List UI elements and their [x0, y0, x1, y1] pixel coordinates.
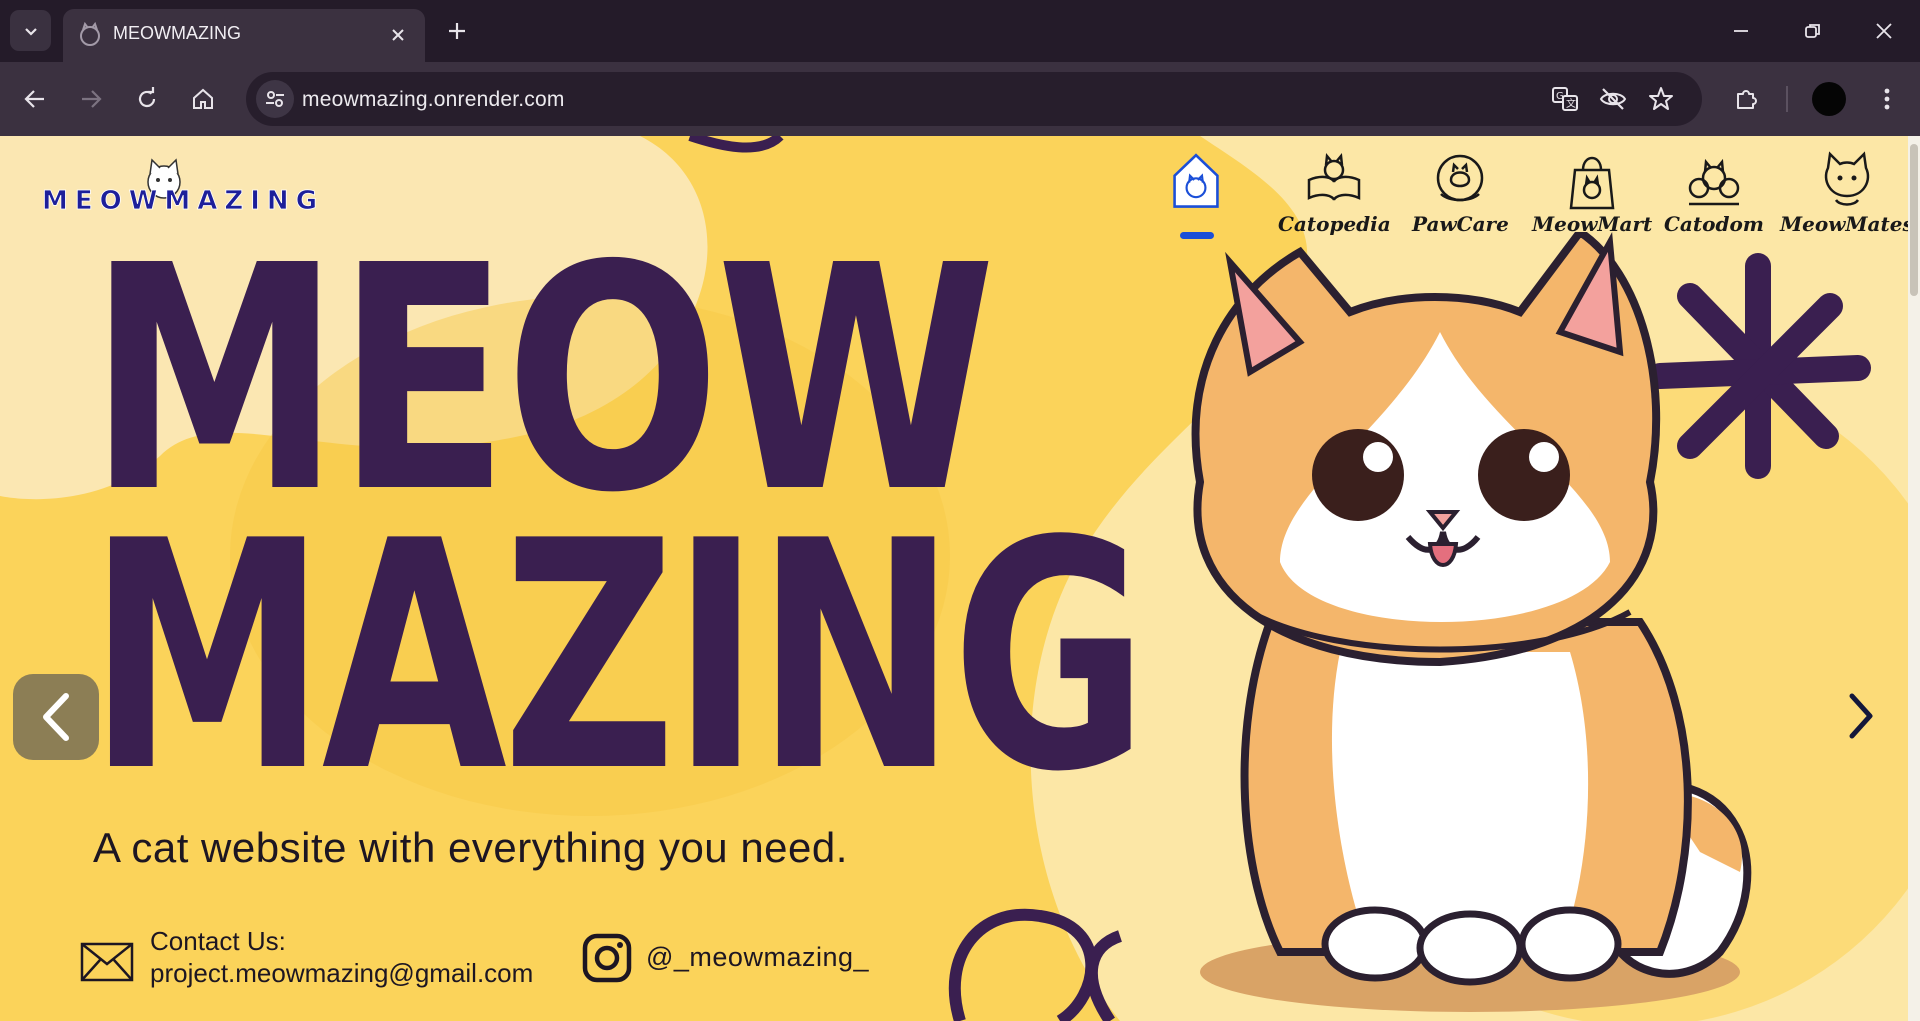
browser-menu-button[interactable]	[1866, 78, 1908, 120]
contact-title: Contact Us:	[150, 926, 286, 956]
tune-icon	[266, 91, 284, 107]
nav-home[interactable]	[1165, 150, 1227, 240]
home-icon	[193, 88, 213, 109]
carousel-prev-button[interactable]	[13, 674, 99, 760]
profile-avatar[interactable]	[1812, 82, 1846, 116]
cat-face-icon	[1824, 151, 1870, 206]
nav-label: Catopedia	[1278, 212, 1391, 236]
nav-meowmates[interactable]: MeowMates	[1780, 150, 1914, 240]
extensions-button[interactable]	[1726, 78, 1768, 120]
scrollbar-thumb[interactable]	[1910, 144, 1918, 296]
home-button[interactable]	[182, 78, 224, 120]
cat-favicon-icon	[80, 22, 100, 46]
restore-button[interactable]	[1788, 10, 1838, 52]
envelope-icon	[80, 942, 134, 982]
carousel-next-button[interactable]	[1836, 684, 1886, 748]
minimize-button[interactable]	[1716, 10, 1766, 52]
forward-button[interactable]	[70, 78, 112, 120]
new-tab-button[interactable]	[440, 14, 474, 48]
plus-icon	[449, 23, 465, 39]
arrow-left-icon	[24, 90, 44, 108]
cat-care-icon	[1437, 154, 1484, 202]
minimize-icon	[1734, 30, 1748, 32]
chevron-right-icon	[1849, 693, 1873, 739]
chevron-down-icon	[24, 27, 37, 36]
eye-off-icon	[1599, 88, 1627, 110]
tab-search-button[interactable]	[10, 10, 51, 51]
bookmark-button[interactable]	[1644, 82, 1678, 116]
star-icon	[1649, 87, 1673, 110]
reload-icon	[138, 87, 156, 108]
nav-catodom[interactable]: Catodom	[1664, 150, 1764, 240]
translate-button[interactable]: G文	[1548, 82, 1582, 116]
url-text[interactable]: meowmazing.onrender.com	[302, 88, 565, 112]
browser-toolbar: meowmazing.onrender.com G文	[0, 62, 1920, 136]
tracking-protection-button[interactable]	[1596, 82, 1630, 116]
cat-illustration	[1191, 232, 1752, 1012]
kebab-menu-icon	[1884, 88, 1890, 110]
restore-icon	[1805, 24, 1820, 38]
nav-meowmart[interactable]: MeowMart	[1532, 150, 1652, 240]
hero-slide: MEOWMAZING Catopedia PawCare MeowMart Ca…	[0, 136, 1920, 1021]
nav-catopedia[interactable]: Catopedia	[1278, 150, 1391, 240]
reload-button[interactable]	[126, 78, 168, 120]
close-icon	[1876, 23, 1892, 39]
hero-tagline: A cat website with everything you need.	[93, 824, 848, 871]
address-bar[interactable]: meowmazing.onrender.com G文	[246, 72, 1702, 126]
nav-label: Catodom	[1664, 212, 1764, 236]
instagram-handle[interactable]: @_meowmazing_	[646, 942, 869, 973]
close-icon	[392, 29, 404, 41]
shopping-bag-icon	[1569, 156, 1615, 210]
nav-label: MeowMates	[1780, 212, 1914, 236]
nav-label: PawCare	[1412, 212, 1509, 236]
back-button[interactable]	[14, 78, 56, 120]
close-window-button[interactable]	[1859, 10, 1909, 52]
instagram-icon[interactable]	[582, 933, 632, 983]
site-info-button[interactable]	[256, 80, 294, 118]
arrow-right-icon	[82, 90, 102, 108]
nav-pawcare[interactable]: PawCare	[1412, 150, 1509, 240]
active-tab[interactable]: MEOWMAZING	[63, 9, 425, 62]
toolbar-divider	[1786, 86, 1788, 112]
nav-label: MeowMart	[1532, 212, 1653, 236]
tab-title: MEOWMAZING	[113, 23, 241, 43]
chevron-left-icon	[43, 693, 69, 741]
translate-icon: G文	[1552, 87, 1578, 111]
active-nav-indicator	[1180, 232, 1214, 239]
house-cat-icon	[1173, 153, 1219, 208]
contact-email[interactable]: project.meowmazing@gmail.com	[150, 958, 533, 989]
hero-title-line2: MAZING	[88, 475, 1148, 841]
tab-close-button[interactable]	[383, 20, 413, 50]
tab-strip: MEOWMAZING	[0, 0, 1920, 62]
cat-family-icon	[1688, 158, 1740, 206]
puzzle-icon	[1737, 90, 1757, 109]
cat-book-icon	[1308, 152, 1361, 201]
page-scrollbar[interactable]	[1908, 136, 1920, 1021]
svg-text:文: 文	[1566, 97, 1576, 110]
